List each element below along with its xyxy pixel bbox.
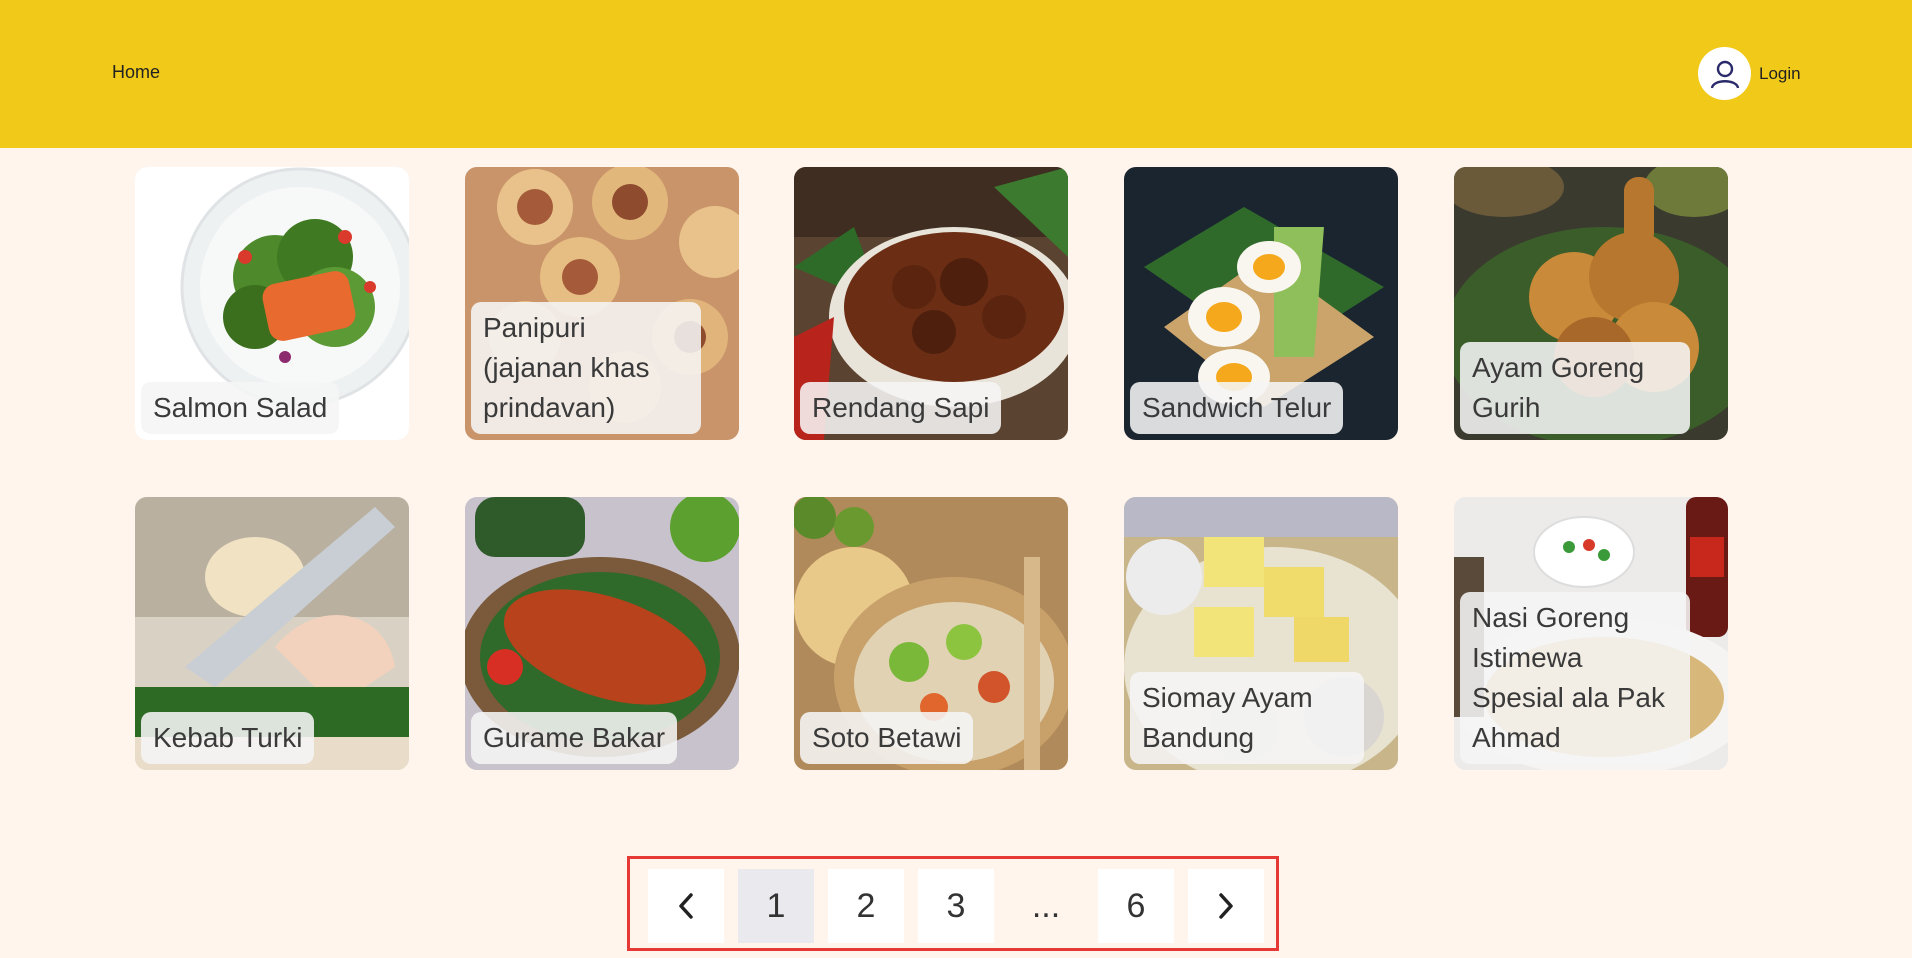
recipe-title: Ayam Goreng Gurih (1460, 342, 1690, 434)
pagination: 1 2 3 ... 6 (627, 856, 1279, 951)
recipe-card-soto-betawi[interactable]: Soto Betawi (794, 497, 1068, 770)
recipe-card-panipuri[interactable]: Panipuri (jajanan khas prindavan) (465, 167, 739, 440)
user-icon (1698, 47, 1751, 100)
chevron-right-icon (1219, 893, 1233, 919)
next-page-button[interactable] (1188, 869, 1264, 943)
recipe-title: Nasi Goreng Istimewa Spesial ala Pak Ahm… (1460, 592, 1690, 764)
page-button-3[interactable]: 3 (918, 869, 994, 943)
nav-home-link[interactable]: Home (112, 62, 160, 83)
recipe-card-rendang-sapi[interactable]: Rendang Sapi (794, 167, 1068, 440)
recipe-title: Siomay Ayam Bandung (1130, 672, 1364, 764)
login-button[interactable]: Login (1698, 47, 1801, 100)
recipe-card-siomay-ayam-bandung[interactable]: Siomay Ayam Bandung (1124, 497, 1398, 770)
recipe-card-sandwich-telur[interactable]: Sandwich Telur (1124, 167, 1398, 440)
recipe-title: Soto Betawi (800, 712, 974, 764)
login-label: Login (1759, 63, 1801, 83)
recipe-card-kebab-turki[interactable]: Kebab Turki (135, 497, 409, 770)
recipe-card-nasi-goreng-istimewa[interactable]: Nasi Goreng Istimewa Spesial ala Pak Ahm… (1454, 497, 1728, 770)
chevron-left-icon (679, 893, 693, 919)
recipe-title: Gurame Bakar (471, 712, 678, 764)
prev-page-button[interactable] (648, 869, 724, 943)
recipe-card-ayam-goreng-gurih[interactable]: Ayam Goreng Gurih (1454, 167, 1728, 440)
recipe-title: Salmon Salad (141, 382, 340, 434)
pagination-ellipsis: ... (1031, 886, 1061, 925)
recipe-title: Sandwich Telur (1130, 382, 1344, 434)
page-button-1[interactable]: 1 (738, 869, 814, 943)
page-button-6[interactable]: 6 (1098, 869, 1174, 943)
recipe-title: Panipuri (jajanan khas prindavan) (471, 302, 701, 434)
recipe-card-salmon-salad[interactable]: Salmon Salad (135, 167, 409, 440)
page-button-2[interactable]: 2 (828, 869, 904, 943)
recipe-card-gurame-bakar[interactable]: Gurame Bakar (465, 497, 739, 770)
recipe-title: Rendang Sapi (800, 382, 1002, 434)
recipe-title: Kebab Turki (141, 712, 315, 764)
top-navbar: Home Login (0, 0, 1912, 148)
